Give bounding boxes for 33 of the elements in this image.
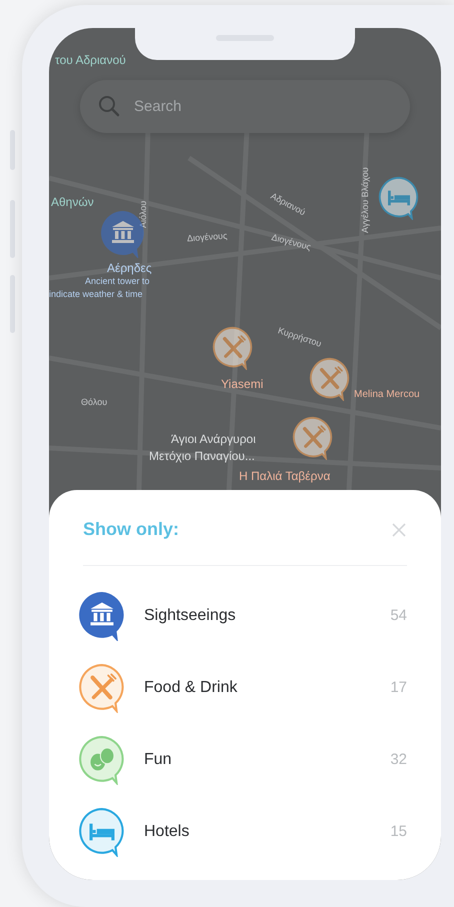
category-count: 17 xyxy=(390,678,407,698)
map-label: Μετόχιο Παναγίου... xyxy=(149,450,255,462)
sheet-title: Show only: xyxy=(83,518,179,541)
map-label: Αγγέλου Βλάχου xyxy=(361,167,370,233)
map-label: Η Παλιά Ταβέρνα xyxy=(239,470,330,482)
map-label: Melina Mercou xyxy=(354,390,420,400)
search-field[interactable]: Search xyxy=(80,80,410,133)
map-label: Θόλου xyxy=(81,398,108,407)
category-count: 15 xyxy=(390,822,407,842)
category-count: 54 xyxy=(390,606,407,626)
map-label: Ancient tower to xyxy=(85,277,150,286)
map-label: Αέρηδες xyxy=(107,262,152,274)
category-label: Hotels xyxy=(144,822,190,842)
map-label: Διογένους xyxy=(186,232,228,244)
category-label: Fun xyxy=(144,750,173,770)
fork-knife-marker[interactable] xyxy=(291,416,335,460)
map-label: Αιόλου xyxy=(139,200,148,228)
category-count: 32 xyxy=(390,750,407,770)
map-label: Yiasemi xyxy=(221,378,264,390)
category-row[interactable]: Sightseeings 54 xyxy=(83,580,407,652)
map-label: του Αδριανού xyxy=(55,54,126,66)
map-label: indicate weather & time xyxy=(49,290,143,299)
category-row[interactable]: Fun 32 xyxy=(83,724,407,796)
fork-knife-marker[interactable] xyxy=(211,326,255,370)
category-label: Food & Drink xyxy=(144,678,238,698)
fork-knife-marker[interactable] xyxy=(308,357,352,401)
category-row[interactable]: Food & Drink 17 xyxy=(83,652,407,724)
map-label: Αθηνών xyxy=(51,196,94,208)
bed-marker[interactable] xyxy=(377,176,421,220)
category-row[interactable]: Hotels 15 xyxy=(83,796,407,868)
map-label: Άγιοι Ανάργυροι xyxy=(171,433,256,445)
category-label: Sightseeings xyxy=(144,606,237,626)
search-icon xyxy=(98,95,120,117)
